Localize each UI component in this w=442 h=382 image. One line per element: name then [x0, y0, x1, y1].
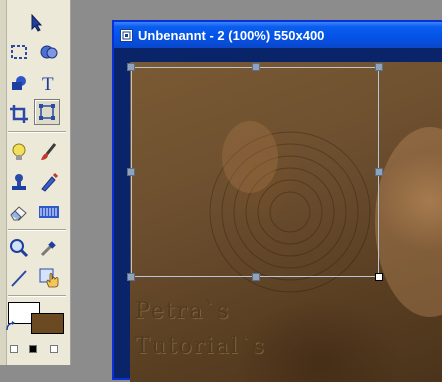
zoom-icon[interactable]: [6, 235, 32, 261]
white-color-icon[interactable]: [50, 345, 58, 353]
resize-handle-bottom-left[interactable]: [127, 273, 135, 281]
shape-icon[interactable]: [6, 70, 32, 96]
stamp-icon[interactable]: [6, 169, 32, 195]
palette-divider: [8, 131, 66, 133]
crop-icon[interactable]: [6, 101, 32, 127]
swap-colors-icon[interactable]: [4, 320, 18, 334]
transform-icon[interactable]: [34, 99, 60, 125]
black-color-icon[interactable]: [29, 345, 37, 353]
resize-handle-top-right[interactable]: [375, 63, 383, 71]
document-icon: [120, 28, 133, 42]
selection-rectangle[interactable]: [131, 67, 379, 277]
arrow-icon[interactable]: [23, 10, 49, 36]
document-title: Unbenannt - 2 (100%) 550x400: [138, 27, 325, 43]
svg-text:T: T: [42, 74, 54, 92]
pattern-icon[interactable]: [36, 199, 62, 225]
default-colors-icon[interactable]: [10, 345, 18, 353]
brush-icon[interactable]: [36, 139, 62, 165]
resize-handle-top-left[interactable]: [127, 63, 135, 71]
hand-icon[interactable]: [36, 265, 62, 291]
resize-handle-bottom-right[interactable]: [375, 273, 383, 281]
background-color-swatch[interactable]: [31, 313, 64, 334]
eyedropper-icon[interactable]: [36, 235, 62, 261]
watermark-line-1: Petra`s: [135, 299, 231, 324]
resize-handle-right[interactable]: [375, 168, 383, 176]
pencil-icon[interactable]: [36, 169, 62, 195]
lasso-icon[interactable]: [36, 39, 62, 65]
resize-handle-bottom[interactable]: [252, 273, 260, 281]
bulb-icon[interactable]: [6, 139, 32, 165]
watermark-line-2: Tutorial`s: [135, 334, 266, 359]
text-icon[interactable]: T: [36, 70, 62, 96]
document-titlebar[interactable]: Unbenannt - 2 (100%) 550x400: [114, 22, 442, 48]
line-icon[interactable]: [6, 265, 32, 291]
eraser-icon[interactable]: [6, 199, 32, 225]
palette-divider: [8, 229, 66, 231]
palette-divider: [8, 295, 66, 297]
resize-handle-left[interactable]: [127, 168, 135, 176]
tool-palette: T: [0, 0, 71, 365]
marquee-icon[interactable]: [6, 39, 32, 65]
resize-handle-top[interactable]: [252, 63, 260, 71]
